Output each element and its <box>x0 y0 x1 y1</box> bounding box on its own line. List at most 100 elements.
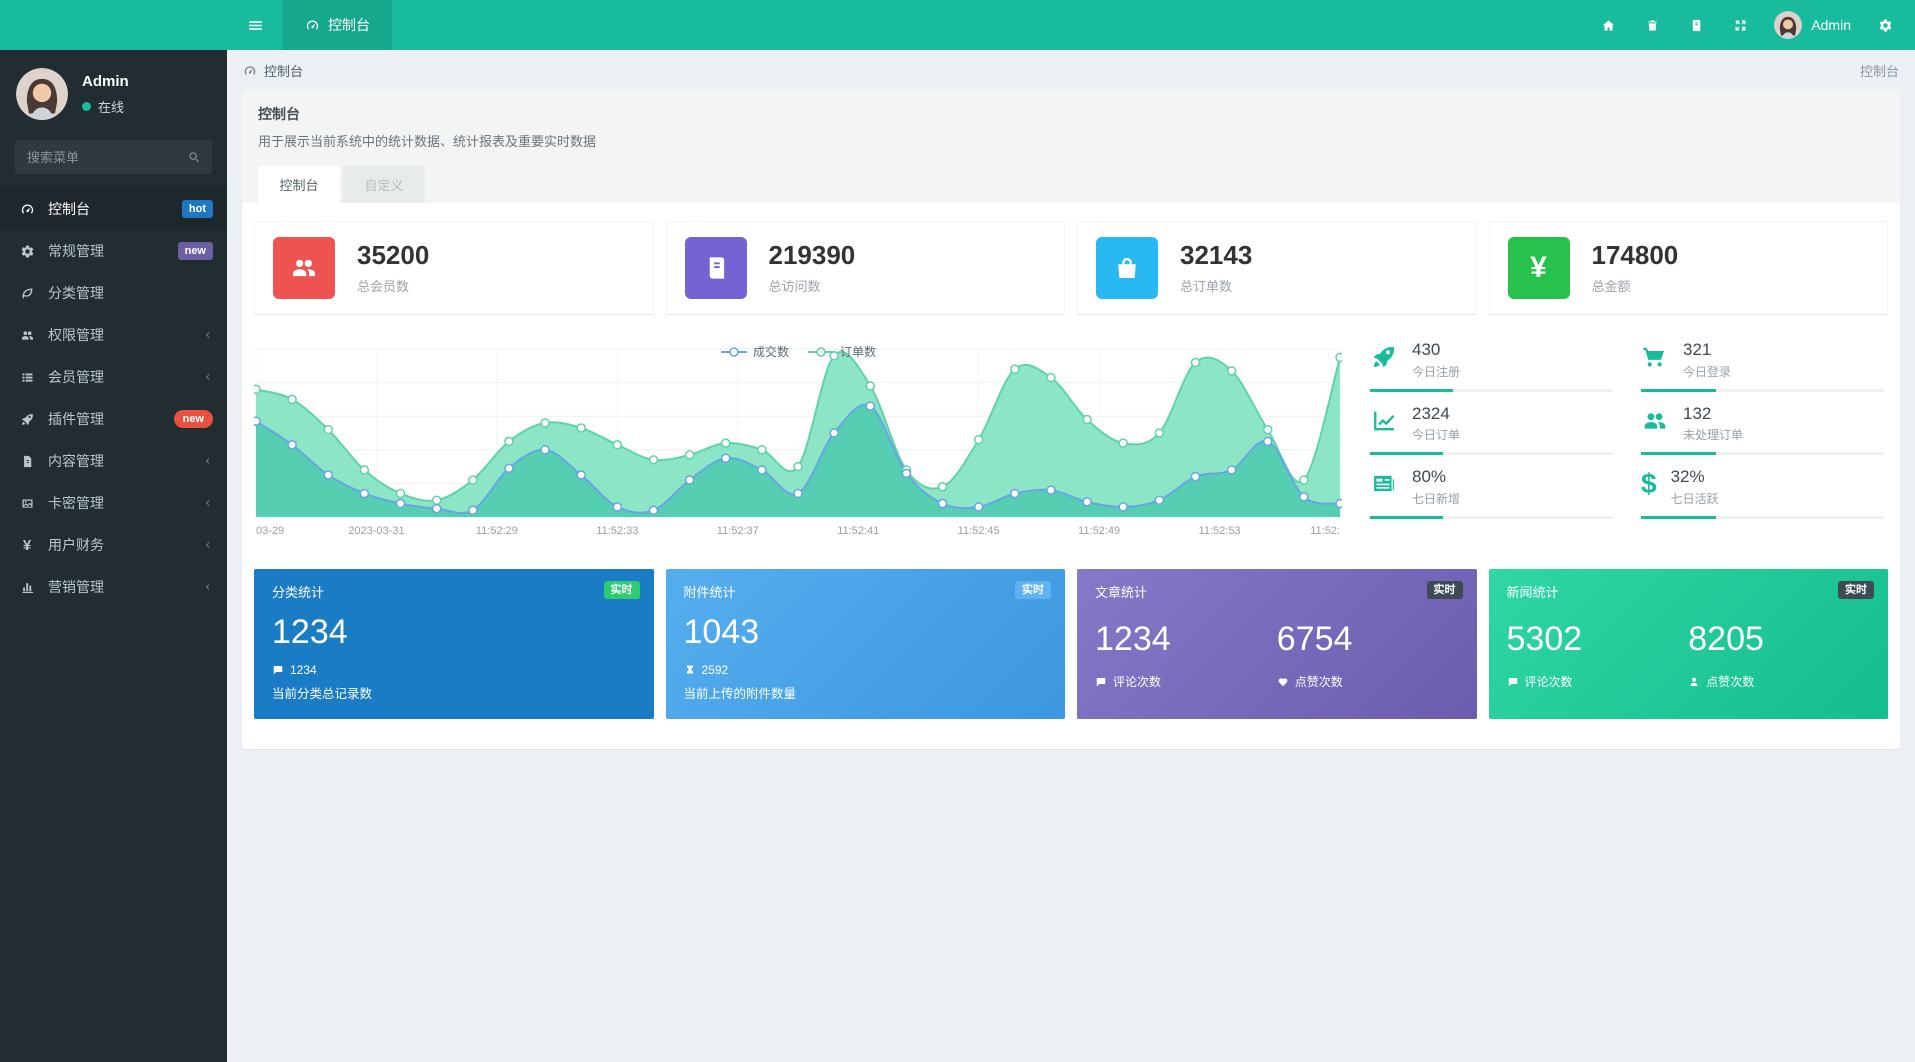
chevron-left-icon <box>201 497 213 509</box>
realtime-badge: 实时 <box>603 581 640 600</box>
stat-value: 219390 <box>768 239 856 270</box>
navbar-tab-label: 控制台 <box>328 17 370 33</box>
progress-bar <box>1370 388 1613 392</box>
tab-dashboard[interactable]: 控制台 <box>258 166 340 203</box>
sidebar-item-general[interactable]: 常规管理 new <box>0 230 227 272</box>
chevron-left-icon <box>201 329 213 341</box>
sidebar-item-content[interactable]: 内容管理 <box>0 440 227 482</box>
mini-stat-label: 未处理订单 <box>1683 428 1744 443</box>
svg-text:03-29: 03-29 <box>256 525 284 537</box>
stat-card-total-members: 35200 总会员数 <box>254 221 654 315</box>
sidebar-item-label: 会员管理 <box>48 369 104 385</box>
stat-label: 总订单数 <box>1180 278 1233 294</box>
breadcrumb: 控制台 控制台 <box>227 50 1915 90</box>
mini-stat-label: 今日登录 <box>1683 364 1732 379</box>
sidebar-item-label: 用户财务 <box>48 537 104 553</box>
stat-label: 总访问数 <box>768 278 821 294</box>
mini-stats-grid: 430 今日注册 321 今日登录 2324 今日订单 132 未处理订单 80% 七日新增 $32… <box>1370 340 1888 541</box>
panel-body: 35200 总会员数 219390 总访问数 32143 总订单数 ¥174800 总金额 成… <box>242 203 1900 749</box>
trash-icon <box>1645 18 1660 33</box>
summary-card-value: 1043 <box>683 613 760 651</box>
stat-card-total-amount: ¥174800 总金额 <box>1488 221 1888 315</box>
legend-orders[interactable]: 订单数 <box>807 343 876 360</box>
stat-card-icon <box>1096 237 1158 299</box>
stat-label: 总金额 <box>1591 278 1631 294</box>
realtime-badge: 实时 <box>1838 581 1874 600</box>
dollar-icon: $ <box>1641 468 1657 500</box>
summary-col-label: 点赞次数 <box>1706 675 1755 690</box>
mini-stat-label: 今日注册 <box>1412 364 1461 379</box>
user-name: Admin <box>1811 17 1851 33</box>
progress-bar <box>1641 452 1884 456</box>
summary-card-title: 新闻统计 <box>1506 585 1559 600</box>
stat-card-icon <box>273 237 335 299</box>
stat-value: 32143 <box>1180 239 1253 270</box>
search-icon <box>187 150 201 164</box>
stat-value: 35200 <box>357 239 430 270</box>
sidebar-item-dashboard[interactable]: 控制台 hot <box>0 188 227 230</box>
sidebar-item-permission[interactable]: 权限管理 <box>0 314 227 356</box>
document-button[interactable] <box>1674 0 1718 50</box>
mini-stat-today-login: 321 今日登录 <box>1641 340 1884 392</box>
gauge-icon <box>305 18 320 33</box>
hourglass-icon <box>684 664 696 676</box>
home-button[interactable] <box>1586 0 1630 50</box>
search-button[interactable] <box>187 150 212 164</box>
trash-button[interactable] <box>1630 0 1674 50</box>
svg-text:11:52:37: 11:52:37 <box>717 525 759 537</box>
svg-text:11:52:29: 11:52:29 <box>476 525 518 537</box>
settings-button[interactable] <box>1863 0 1907 50</box>
stat-card-icon <box>684 237 747 299</box>
mini-stat-seven-day-active: $32% 七日活跃 <box>1641 468 1884 520</box>
chart-bar-icon <box>18 580 36 595</box>
line-chart-icon <box>1370 407 1398 435</box>
online-status-dot <box>82 101 91 111</box>
sidebar-item-label: 控制台 <box>48 201 90 217</box>
progress-bar <box>1641 388 1884 392</box>
stat-label: 总会员数 <box>357 278 410 294</box>
user-name: Admin <box>82 72 129 90</box>
user-avatar[interactable] <box>16 68 68 120</box>
cogs-icon <box>1878 18 1893 33</box>
sidebar-item-marketing[interactable]: 营销管理 <box>0 566 227 608</box>
sidebar-item-label: 分类管理 <box>48 285 104 301</box>
user-menu[interactable]: Admin <box>1762 11 1863 39</box>
sidebar-item-finance[interactable]: ¥ 用户财务 <box>0 524 227 566</box>
tab-custom[interactable]: 自定义 <box>343 166 425 203</box>
image-icon <box>18 496 36 511</box>
cogs-icon <box>18 244 36 259</box>
sidebar-item-label: 常规管理 <box>48 243 104 259</box>
orders-chart: 成交数 订单数 03-29 2023-03-31 11:52:29 11:52:33 11… <box>254 341 1342 541</box>
sidebar-item-category[interactable]: 分类管理 <box>0 272 227 314</box>
cart-icon <box>1641 343 1669 371</box>
yen-icon: ¥ <box>22 536 32 554</box>
sidebar-item-plugin[interactable]: 插件管理 new <box>0 398 227 440</box>
sidebar-item-member[interactable]: 会员管理 <box>0 356 227 398</box>
stat-card-total-visits: 219390 总访问数 <box>665 221 1065 315</box>
chart-legend: 成交数 订单数 <box>254 343 1342 360</box>
chevron-left-icon <box>201 371 213 383</box>
gauge-icon <box>18 202 36 217</box>
leaf-icon <box>18 286 36 301</box>
summary-card-value: 8205 <box>1688 620 1764 658</box>
sidebar-item-cardkey[interactable]: 卡密管理 <box>0 482 227 524</box>
sidebar-item-label: 卡密管理 <box>48 495 104 511</box>
expand-button[interactable] <box>1718 0 1762 50</box>
user-icon <box>1688 676 1700 688</box>
legend-deals[interactable]: 成交数 <box>720 343 789 360</box>
sidebar-toggle-button[interactable] <box>227 0 283 50</box>
document-icon <box>1689 18 1704 33</box>
search-input[interactable] <box>15 149 187 165</box>
comment-icon <box>272 664 284 676</box>
stat-cards-row: 35200 总会员数 219390 总访问数 32143 总订单数 ¥174800 总金额 <box>254 221 1888 315</box>
expand-icon <box>1733 18 1748 33</box>
navbar-tab-dashboard[interactable]: 控制台 <box>283 0 392 50</box>
list-icon <box>18 370 36 385</box>
summary-col-label: 评论次数 <box>1524 675 1573 690</box>
svg-text:11:52:33: 11:52:33 <box>596 525 638 537</box>
main-content: 控制台 控制台 控制台 用于展示当前系统中的统计数据、统计报表及重要实时数据 控… <box>227 50 1915 1062</box>
summary-cards-row: 分类统计 实时 1234 1234 当前分类总记录数 附件统计 实时 1043 2592 当前上传… <box>254 569 1888 719</box>
new-badge: new <box>173 409 213 429</box>
legend-label: 成交数 <box>752 345 789 359</box>
mini-stat-pending-orders: 132 未处理订单 <box>1641 404 1884 456</box>
